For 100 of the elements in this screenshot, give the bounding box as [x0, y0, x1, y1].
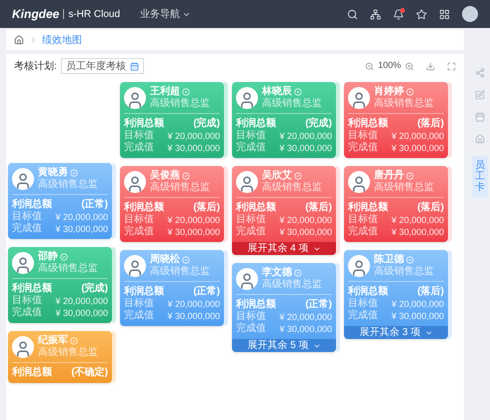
job-title: 高级销售总监	[38, 263, 98, 275]
value-label: 目标值	[236, 214, 266, 226]
edit-icon[interactable]	[475, 90, 485, 100]
collapse-handle[interactable]	[112, 163, 116, 239]
employee-card[interactable]: 纪振军 高级销售总监 利润总额 (不确定)	[8, 331, 112, 383]
metric-name: 利润总额	[12, 198, 52, 210]
value-label: 目标值	[348, 130, 378, 142]
avatar-icon	[124, 255, 146, 277]
status-label: (完成)	[193, 117, 220, 130]
org-chart-icon[interactable]	[370, 8, 381, 20]
notification-icon[interactable]	[393, 8, 404, 20]
avatar-icon	[348, 255, 370, 277]
metric-name: 利润总额	[236, 117, 276, 130]
star-icon[interactable]	[416, 8, 427, 20]
employee-card[interactable]: 肖婷婷 高级销售总监 利润总额 (落后) 目标值 ¥ 20,000,000 完成值 ¥ 30,000,000	[344, 82, 448, 158]
employee-card[interactable]: 陈卫德 高级销售总监 利润总额 (落后) 目标值 ¥ 20,000,000 完成值 ¥ 30,000,000 展开其余 3 项	[344, 250, 448, 339]
expand-button[interactable]: 展开其余 3 项	[344, 326, 448, 339]
employee-card[interactable]: 周晓松 高级销售总监 利润总额 (正常) 目标值 ¥ 20,000,000 完成值 ¥ 30,000,000	[120, 250, 224, 326]
value-label: 目标值	[12, 211, 42, 222]
verified-icon	[70, 337, 78, 345]
calendar-icon	[130, 62, 139, 70]
metric-name: 利润总额	[12, 282, 52, 294]
job-title: 高级销售总监	[38, 347, 98, 359]
collapse-handle[interactable]	[112, 247, 116, 323]
home-icon[interactable]	[14, 35, 24, 45]
nav-menu[interactable]: 业务导航	[140, 6, 192, 22]
breadcrumb-link[interactable]: 绩效地图	[42, 32, 82, 48]
value-label: 目标值	[348, 214, 378, 226]
share-icon[interactable]	[475, 68, 485, 78]
employee-name: 林晓辰	[262, 86, 292, 98]
employee-card[interactable]: 林晓辰 高级销售总监 利润总额 (完成) 目标值 ¥ 20,000,000 完成值 ¥ 30,000,000	[232, 82, 336, 158]
zoom-in-icon[interactable]	[405, 62, 414, 70]
avatar-icon	[236, 171, 258, 193]
value-label: 目标值	[124, 214, 154, 226]
expand-button[interactable]: 展开其余 5 项	[232, 339, 336, 352]
value-label: 完成值	[236, 323, 266, 335]
amount-value: ¥ 30,000,000	[167, 226, 220, 238]
zoom-level: 100%	[378, 59, 401, 72]
employee-card[interactable]: 唐丹丹 高级销售总监 利润总额 (落后) 目标值 ¥ 20,000,000 完成值 ¥ 30,000,000	[344, 166, 448, 242]
metric-name: 利润总额	[348, 285, 388, 298]
amount-value: ¥ 30,000,000	[55, 307, 108, 319]
employee-card[interactable]: 黄晓勇 高级销售总监 利润总额 (正常) 目标值 ¥ 20,000,000 完成值 ¥ 30,000,000	[8, 163, 112, 239]
value-label: 完成值	[236, 142, 266, 154]
value-label: 完成值	[236, 226, 266, 238]
zoom-out-icon[interactable]	[364, 62, 374, 70]
employee-card[interactable]: 吴俊燕 高级销售总监 利润总额 (落后) 目标值 ¥ 20,000,000 完成值 ¥ 30,000,000	[120, 166, 224, 242]
search-icon[interactable]	[347, 8, 358, 20]
employee-name: 邵静	[38, 251, 58, 262]
collapse-handle[interactable]	[448, 82, 452, 158]
value-label: 完成值	[124, 226, 154, 238]
amount-value: ¥ 20,000,000	[279, 311, 332, 323]
avatar-icon	[12, 336, 34, 358]
collapse-handle[interactable]	[336, 82, 340, 158]
collapse-handle[interactable]	[448, 250, 452, 339]
employee-name: 吴欣艾	[262, 170, 292, 182]
status-label: (落后)	[417, 201, 444, 214]
collapse-handle[interactable]	[224, 166, 228, 242]
job-title: 高级销售总监	[262, 98, 322, 110]
collapse-handle[interactable]	[336, 166, 340, 255]
verified-icon	[182, 88, 190, 96]
amount-value: ¥ 20,000,000	[55, 211, 108, 223]
collapse-handle[interactable]	[448, 166, 452, 242]
job-title: 高级销售总监	[262, 279, 322, 291]
verified-icon	[406, 172, 414, 180]
avatar-icon	[348, 87, 370, 109]
status-label: (正常)	[193, 285, 220, 298]
value-label: 完成值	[348, 142, 378, 154]
verified-icon	[70, 169, 78, 177]
user-avatar[interactable]	[462, 6, 478, 22]
employee-card[interactable]: 邵静 高级销售总监 利润总额 (完成) 目标值 ¥ 20,000,000 完成值 ¥ 30,000,000	[8, 247, 112, 323]
metric-name: 利润总额	[124, 285, 164, 298]
collapse-handle[interactable]	[224, 250, 228, 326]
download-icon[interactable]	[426, 62, 435, 70]
avatar-icon	[348, 171, 370, 193]
status-label: (不确定)	[71, 366, 108, 379]
employee-card[interactable]: 李文德 高级销售总监 利润总额 (正常) 目标值 ¥ 20,000,000 完成值 ¥ 30,000,000 展开其余 5 项	[232, 263, 336, 352]
expand-button[interactable]: 展开其余 4 项	[232, 242, 336, 255]
avatar-icon	[236, 268, 258, 290]
employee-card[interactable]: 王利超 高级销售总监 利润总额 (完成) 目标值 ¥ 20,000,000 完成值 ¥ 30,000,000	[120, 82, 224, 158]
job-title: 高级销售总监	[150, 182, 210, 194]
product-name: s-HR Cloud	[68, 8, 120, 22]
avatar-icon	[124, 87, 146, 109]
calendar-icon[interactable]	[475, 112, 485, 122]
plan-field[interactable]: 员工年度考核	[60, 58, 144, 74]
collapse-handle[interactable]	[224, 82, 228, 158]
amount-value: ¥ 20,000,000	[167, 214, 220, 226]
collapse-handle[interactable]	[112, 331, 116, 383]
amount-value: ¥ 30,000,000	[55, 223, 108, 235]
employee-name: 王利超	[150, 86, 180, 98]
fullscreen-icon[interactable]	[447, 62, 456, 70]
metric-name: 利润总额	[12, 366, 52, 379]
amount-value: ¥ 20,000,000	[391, 298, 444, 310]
collapse-handle[interactable]	[336, 263, 340, 352]
job-title: 高级销售总监	[374, 266, 434, 278]
logo[interactable]: Kingdee	[12, 5, 60, 23]
grid-icon[interactable]	[439, 8, 450, 20]
value-label: 完成值	[348, 310, 378, 322]
side-tab[interactable]: 员工卡	[472, 156, 488, 197]
metric-name: 利润总额	[236, 201, 276, 214]
employee-card[interactable]: 吴欣艾 高级销售总监 利润总额 (落后) 目标值 ¥ 20,000,000 完成值 ¥ 30,000,000 展开其余 4 项	[232, 166, 336, 255]
